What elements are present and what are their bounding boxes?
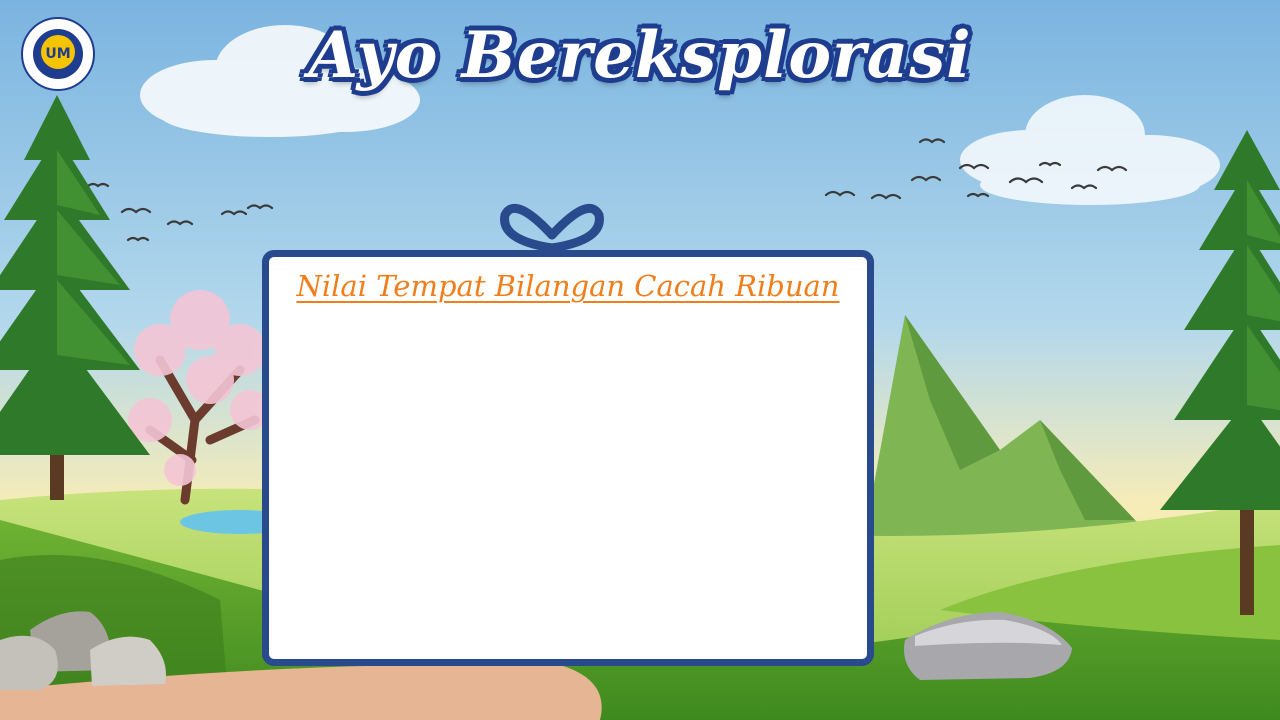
card-heading: Nilai Tempat Bilangan Cacah Ribuan (296, 269, 840, 303)
page-title: Ayo Bereksplorasi (308, 18, 972, 93)
content-card: Nilai Tempat Bilangan Cacah Ribuan (262, 250, 874, 666)
